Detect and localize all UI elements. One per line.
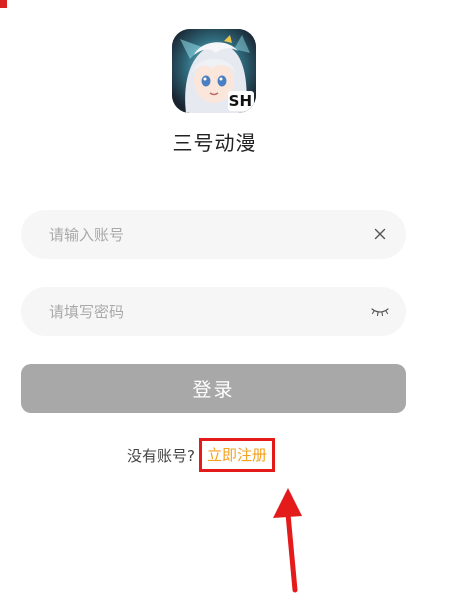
password-field <box>21 287 406 336</box>
corner-mark <box>0 0 7 8</box>
app-logo: SH <box>172 29 256 113</box>
password-input[interactable] <box>49 287 349 336</box>
account-field <box>21 210 406 259</box>
annotation-arrow <box>273 488 302 593</box>
account-input[interactable] <box>49 210 349 259</box>
login-page: SH 三号动漫 登录 没有账号? 立即注册 <box>0 0 454 593</box>
login-button[interactable]: 登录 <box>21 364 406 413</box>
no-account-text: 没有账号? <box>127 446 195 465</box>
close-icon[interactable] <box>368 222 392 246</box>
closed-eye-icon[interactable] <box>368 299 392 323</box>
register-link[interactable]: 立即注册 <box>198 438 275 472</box>
logo-badge: SH <box>228 92 252 110</box>
app-name: 三号动漫 <box>172 131 257 155</box>
register-row: 没有账号? 立即注册 <box>127 438 275 472</box>
